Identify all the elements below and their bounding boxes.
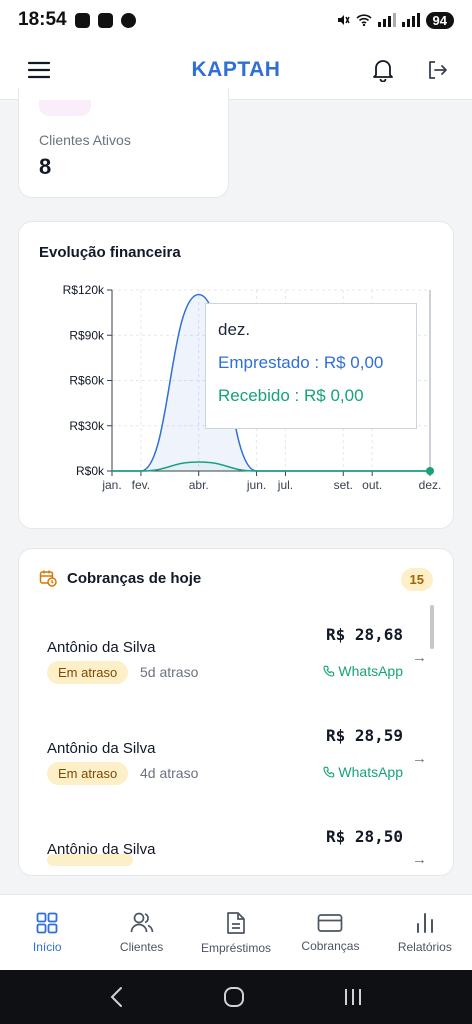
tooltip-lent: Emprestado : R$ 0,00	[218, 353, 384, 372]
clients-icon-badge	[39, 100, 91, 116]
nav-label: Cobranças	[301, 938, 360, 953]
charge-row[interactable]: Antônio da Silva Em atraso 5d atraso R$ …	[19, 609, 453, 709]
x-tick-label: abr.	[189, 478, 209, 492]
late-days: 4d atraso	[140, 765, 199, 781]
client-name: Antônio da Silva	[47, 740, 156, 757]
todays-charges-card: Cobranças de hoje 15 Antônio da Silva Em…	[18, 548, 454, 876]
x-tick-label: fev.	[132, 478, 150, 492]
y-tick-label: R$120k	[63, 283, 105, 297]
bar-chart-icon	[416, 912, 433, 933]
phone-icon	[323, 665, 335, 677]
nav-item-relatorios[interactable]: Relatórios	[378, 895, 472, 970]
whatsapp-link[interactable]: WhatsApp	[323, 764, 403, 780]
arrow-right-icon[interactable]: →	[412, 851, 427, 868]
active-clients-card: Clientes Ativos 8	[18, 88, 229, 198]
sigma-app-icon	[97, 12, 113, 28]
charges-title: Cobranças de hoje	[67, 569, 202, 587]
wifi-icon	[355, 14, 372, 27]
calendar-clock-icon	[39, 570, 57, 587]
y-tick-label: R$90k	[69, 328, 105, 342]
nav-item-cobrancas[interactable]: Cobranças	[283, 895, 377, 970]
app-notification-icon	[120, 12, 136, 28]
charge-row[interactable]: Antônio da Silva R$ 28,50 →	[19, 811, 453, 875]
x-tick-label: jul.	[277, 478, 293, 492]
x-tick-label: out.	[362, 478, 382, 492]
recents-icon[interactable]	[343, 987, 363, 1007]
bottom-nav: Início Clientes Empréstimos Cobranças Re…	[0, 894, 472, 970]
charges-count-badge: 15	[400, 568, 433, 591]
logout-icon[interactable]	[424, 57, 450, 83]
status-badge: Em atraso	[47, 762, 129, 785]
home-icon[interactable]	[223, 986, 245, 1008]
nav-label: Empréstimos	[201, 940, 272, 955]
nav-label: Relatórios	[397, 939, 452, 954]
system-nav-bar	[0, 970, 472, 1024]
whatsapp-link[interactable]: WhatsApp	[323, 663, 403, 679]
charge-row[interactable]: Antônio da Silva Em atraso 4d atraso R$ …	[19, 710, 453, 810]
users-icon	[130, 912, 153, 932]
nav-item-inicio[interactable]: Início	[0, 895, 94, 970]
status-time: 18:54	[18, 9, 67, 30]
phone-icon	[323, 766, 335, 778]
charge-amount: R$ 28,68	[325, 625, 403, 644]
x-tick-label: dez.	[419, 478, 442, 492]
y-tick-label: R$0k	[76, 464, 105, 478]
status-badge: Em atraso	[47, 661, 129, 684]
whatsapp-label: WhatsApp	[338, 663, 403, 679]
active-clients-value: 8	[39, 154, 52, 179]
chart-tooltip: dez. Emprestado : R$ 0,00 Recebido : R$ …	[205, 303, 417, 429]
y-tick-label: R$30k	[69, 419, 105, 433]
charge-amount: R$ 28,59	[325, 726, 403, 745]
late-days: 5d atraso	[140, 664, 199, 680]
arrow-right-icon[interactable]: →	[412, 649, 427, 666]
mute-icon	[337, 15, 350, 25]
battery-indicator: 94	[425, 11, 454, 29]
bell-icon[interactable]	[370, 57, 396, 83]
screenshot-icon	[74, 12, 90, 28]
arrow-right-icon[interactable]: →	[412, 750, 427, 767]
status-bar: 18:54 94	[0, 0, 472, 40]
signal-1-icon	[377, 13, 396, 27]
nav-label: Clientes	[119, 939, 164, 954]
whatsapp-label: WhatsApp	[338, 764, 403, 780]
document-icon	[227, 911, 245, 934]
tooltip-title: dez.	[218, 320, 251, 339]
x-tick-label: jun.	[246, 478, 266, 492]
client-name: Antônio da Silva	[47, 639, 156, 656]
x-tick-label: set.	[334, 478, 353, 492]
nav-label: Início	[32, 939, 62, 954]
active-point	[426, 467, 434, 475]
status-badge	[47, 854, 133, 866]
signal-2-icon	[401, 13, 420, 27]
dashboard-icon	[36, 912, 58, 933]
active-clients-label: Clientes Ativos	[39, 132, 131, 148]
nav-item-emprestimos[interactable]: Empréstimos	[189, 895, 283, 970]
card-icon	[318, 913, 343, 932]
y-tick-label: R$60k	[69, 374, 105, 388]
nav-item-clientes[interactable]: Clientes	[94, 895, 188, 970]
tooltip-received: Recebido : R$ 0,00	[218, 386, 364, 405]
back-icon[interactable]	[109, 986, 125, 1008]
charge-amount: R$ 28,50	[325, 827, 403, 846]
menu-icon[interactable]	[26, 57, 52, 83]
x-tick-label: jan.	[101, 478, 121, 492]
